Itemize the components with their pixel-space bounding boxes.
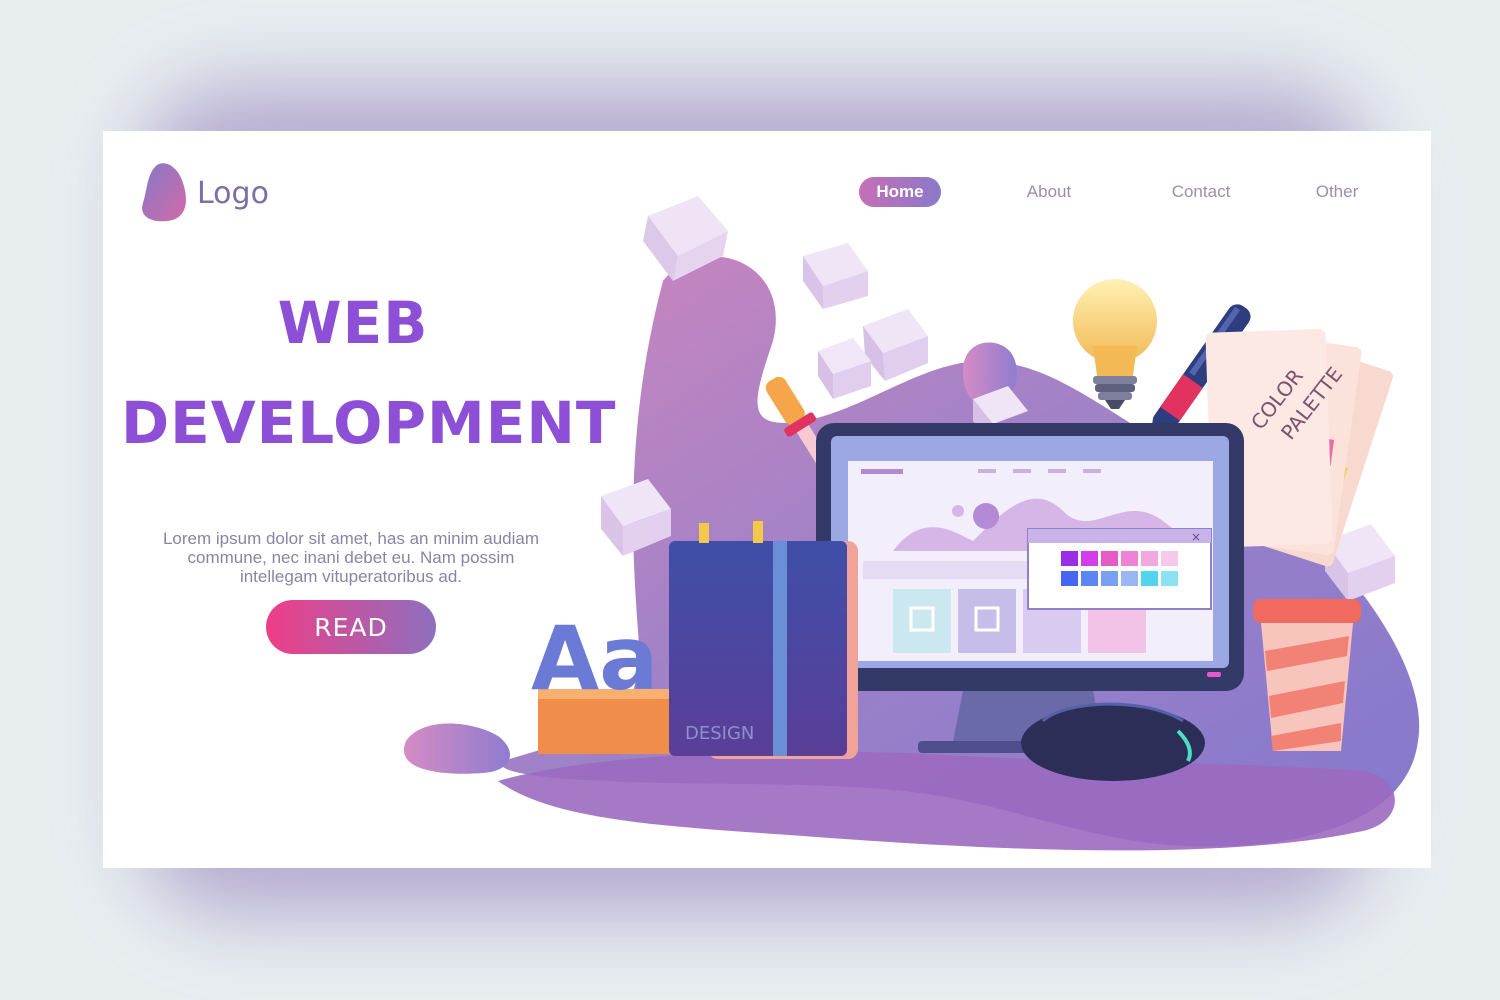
nav-item-contact[interactable]: Contact <box>1159 177 1243 207</box>
headline-line-2: DEVELOPMENT <box>121 389 617 457</box>
cube-2 <box>803 243 868 309</box>
nav-item-home[interactable]: Home <box>859 177 941 207</box>
light-bulb-icon <box>1073 279 1157 409</box>
hero-description: Lorem ipsum dolor sit amet, has an minim… <box>162 529 540 586</box>
logo-text: Logo <box>197 175 269 211</box>
read-button[interactable]: READ <box>266 600 436 654</box>
desk-surface <box>498 751 1395 851</box>
web-development-illustration: COLOR PALETTE × Aa DESIGN <box>403 196 1420 851</box>
headline-line-1: WEB <box>277 289 429 357</box>
landing-card: COLOR PALETTE × Aa DESIGN Logo Home Abou… <box>103 131 1431 868</box>
cube-3 <box>863 309 928 381</box>
letters-aa-icon: Aa <box>531 607 659 710</box>
logo-blob-icon <box>142 163 186 222</box>
logo[interactable]: Logo <box>139 161 269 225</box>
nav-item-other[interactable]: Other <box>1305 177 1369 207</box>
background-blob-small <box>403 723 510 774</box>
cube-4 <box>818 338 871 399</box>
color-swatch-popup: × <box>1027 528 1212 610</box>
popup-close-icon: × <box>1191 530 1201 544</box>
book-label: DESIGN <box>685 723 754 744</box>
nav-item-about[interactable]: About <box>1009 177 1089 207</box>
design-notebook: DESIGN <box>669 521 858 759</box>
